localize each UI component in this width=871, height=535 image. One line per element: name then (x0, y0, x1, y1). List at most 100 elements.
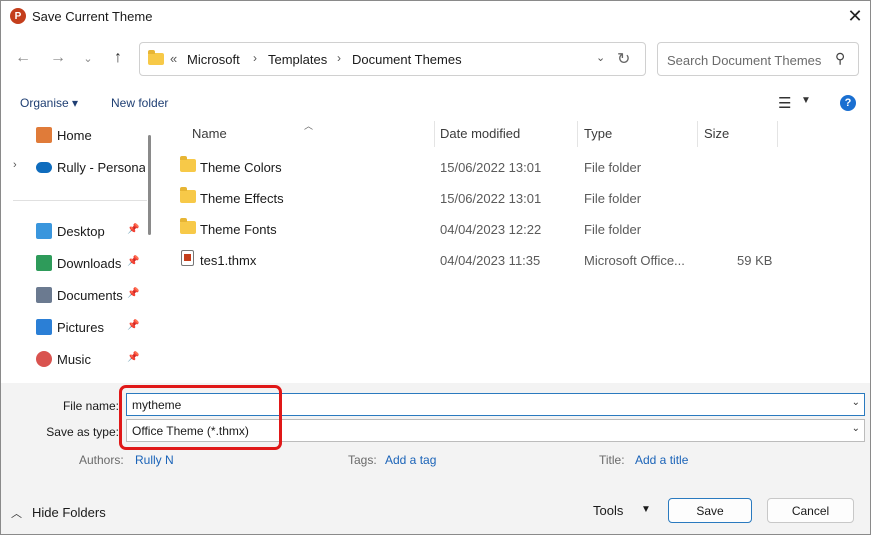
file-list: ︿ Name Date modified Type Size Theme Col… (159, 119, 870, 383)
theme-file-icon (181, 250, 194, 266)
list-item[interactable]: Theme Colors 15/06/2022 13:01 File folde… (159, 153, 870, 181)
breadcrumb-document-themes[interactable]: Document Themes (352, 52, 462, 67)
save-button[interactable]: Save (668, 498, 752, 523)
sidebar-item-documents[interactable]: Documents 📌 (1, 281, 149, 309)
column-header-date[interactable]: Date modified (440, 126, 520, 141)
download-icon (36, 255, 52, 271)
file-name: Theme Fonts (200, 222, 277, 237)
organise-button[interactable]: Organise ▾ (20, 96, 78, 110)
pin-icon: 📌 (127, 320, 140, 331)
title-label: Title: (599, 453, 625, 467)
sidebar-item-downloads[interactable]: Downloads 📌 (1, 249, 149, 277)
navigation-pane: Home › Rully - Persona Desktop 📌 Downloa… (1, 119, 159, 383)
chevron-up-icon[interactable]: ︿ (11, 505, 22, 521)
breadcrumb-templates[interactable]: Templates (268, 52, 327, 67)
hide-folders-button[interactable]: Hide Folders (32, 505, 106, 520)
column-header-name[interactable]: Name (192, 126, 227, 141)
list-item[interactable]: Theme Effects 15/06/2022 13:01 File fold… (159, 184, 870, 212)
file-date: 04/04/2023 12:22 (440, 222, 542, 237)
help-icon[interactable]: ? (840, 95, 856, 111)
new-folder-button[interactable]: New folder (111, 96, 168, 110)
forward-arrow-icon[interactable]: → (47, 47, 69, 69)
list-item[interactable]: tes1.thmx 04/04/2023 11:35 Microsoft Off… (159, 246, 870, 274)
tools-chevron-icon[interactable]: ▼ (641, 504, 651, 515)
file-type: File folder (584, 222, 642, 237)
sidebar-scrollbar[interactable] (148, 135, 151, 235)
column-divider[interactable] (777, 121, 778, 147)
back-arrow-icon[interactable]: ← (12, 47, 34, 69)
breadcrumb-chevron-icon[interactable]: › (337, 51, 341, 65)
view-options-icon[interactable]: ☰ (778, 94, 791, 112)
file-date: 15/06/2022 13:01 (440, 191, 542, 206)
save-dialog: P Save Current Theme ✕ ← → ⌄ ↑ « Microso… (0, 0, 871, 535)
search-placeholder: Search Document Themes (667, 53, 822, 68)
column-divider[interactable] (697, 121, 698, 147)
column-divider[interactable] (434, 121, 435, 147)
tags-label: Tags: (348, 453, 377, 467)
sidebar-item-label: Pictures (57, 320, 104, 335)
address-bar[interactable]: « Microsoft › Templates › Document Theme… (139, 42, 646, 76)
onedrive-icon (36, 162, 52, 173)
breadcrumb-overflow-icon[interactable]: « (170, 51, 177, 66)
up-arrow-icon[interactable]: ↑ (107, 47, 129, 69)
sidebar-item-label: Desktop (57, 224, 105, 239)
file-type: File folder (584, 160, 642, 175)
search-icon[interactable]: ⚲ (835, 50, 845, 67)
sidebar-divider (13, 200, 147, 201)
sidebar-item-label: Documents (57, 288, 123, 303)
cancel-button[interactable]: Cancel (767, 498, 854, 523)
breadcrumb-chevron-icon[interactable]: › (253, 51, 257, 65)
file-name-label: File name: (62, 399, 119, 413)
file-name: tes1.thmx (200, 253, 257, 268)
file-date: 15/06/2022 13:01 (440, 160, 542, 175)
sidebar-item-label: Downloads (57, 256, 122, 271)
sort-ascending-icon: ︿ (304, 121, 314, 131)
pin-icon: 📌 (127, 352, 140, 363)
list-item[interactable]: Theme Fonts 04/04/2023 12:22 File folder (159, 215, 870, 243)
sidebar-item-onedrive[interactable]: › Rully - Persona (1, 153, 149, 181)
close-icon[interactable]: ✕ (843, 4, 867, 28)
column-header-size[interactable]: Size (704, 126, 729, 141)
sidebar-item-label: Music (57, 352, 91, 367)
sidebar-item-pictures[interactable]: Pictures 📌 (1, 313, 149, 341)
title-field[interactable]: Add a title (635, 453, 688, 467)
refresh-icon[interactable]: ↻ (617, 49, 630, 69)
sidebar-item-home[interactable]: Home (1, 121, 149, 149)
file-type: File folder (584, 191, 642, 206)
pictures-icon (36, 319, 52, 335)
view-chevron-icon[interactable]: ▼ (801, 95, 811, 106)
address-dropdown-icon[interactable]: ⌄ (596, 51, 605, 64)
save-as-type-value: Office Theme (*.thmx) (132, 424, 249, 438)
column-header-type[interactable]: Type (584, 126, 612, 141)
sidebar-item-label: Rully - Persona (57, 160, 145, 175)
file-name: Theme Effects (200, 191, 284, 206)
file-date: 04/04/2023 11:35 (440, 253, 541, 268)
tags-field[interactable]: Add a tag (385, 453, 436, 467)
breadcrumb-microsoft[interactable]: Microsoft (187, 52, 240, 67)
chevron-down-icon[interactable]: ⌄ (852, 397, 860, 408)
save-options-panel: File name: mytheme ⌄ Save as type: Offic… (1, 383, 870, 534)
documents-icon (36, 287, 52, 303)
chevron-down-icon[interactable]: ⌄ (852, 423, 860, 434)
folder-icon (180, 218, 196, 234)
expand-chevron-icon[interactable]: › (13, 159, 17, 171)
music-icon (36, 351, 52, 367)
authors-field[interactable]: Rully N (135, 453, 174, 467)
sidebar-item-label: Home (57, 128, 92, 143)
column-divider[interactable] (577, 121, 578, 147)
file-name: Theme Colors (200, 160, 282, 175)
save-as-type-select[interactable]: Office Theme (*.thmx) ⌄ (126, 419, 865, 442)
file-name-value: mytheme (132, 398, 182, 412)
sidebar-item-desktop[interactable]: Desktop 📌 (1, 217, 149, 245)
recent-locations-chevron-icon[interactable]: ⌄ (77, 47, 99, 69)
home-icon (36, 127, 52, 143)
tools-button[interactable]: Tools (593, 503, 623, 518)
search-input[interactable]: Search Document Themes ⚲ (657, 42, 859, 76)
pin-icon: 📌 (127, 288, 140, 299)
pin-icon: 📌 (127, 224, 140, 235)
file-type: Microsoft Office... (584, 253, 685, 268)
file-size: 59 KB (737, 253, 773, 268)
file-name-field[interactable]: mytheme ⌄ (126, 393, 865, 416)
sidebar-item-music[interactable]: Music 📌 (1, 345, 149, 373)
title-bar: P Save Current Theme ✕ (1, 1, 870, 32)
